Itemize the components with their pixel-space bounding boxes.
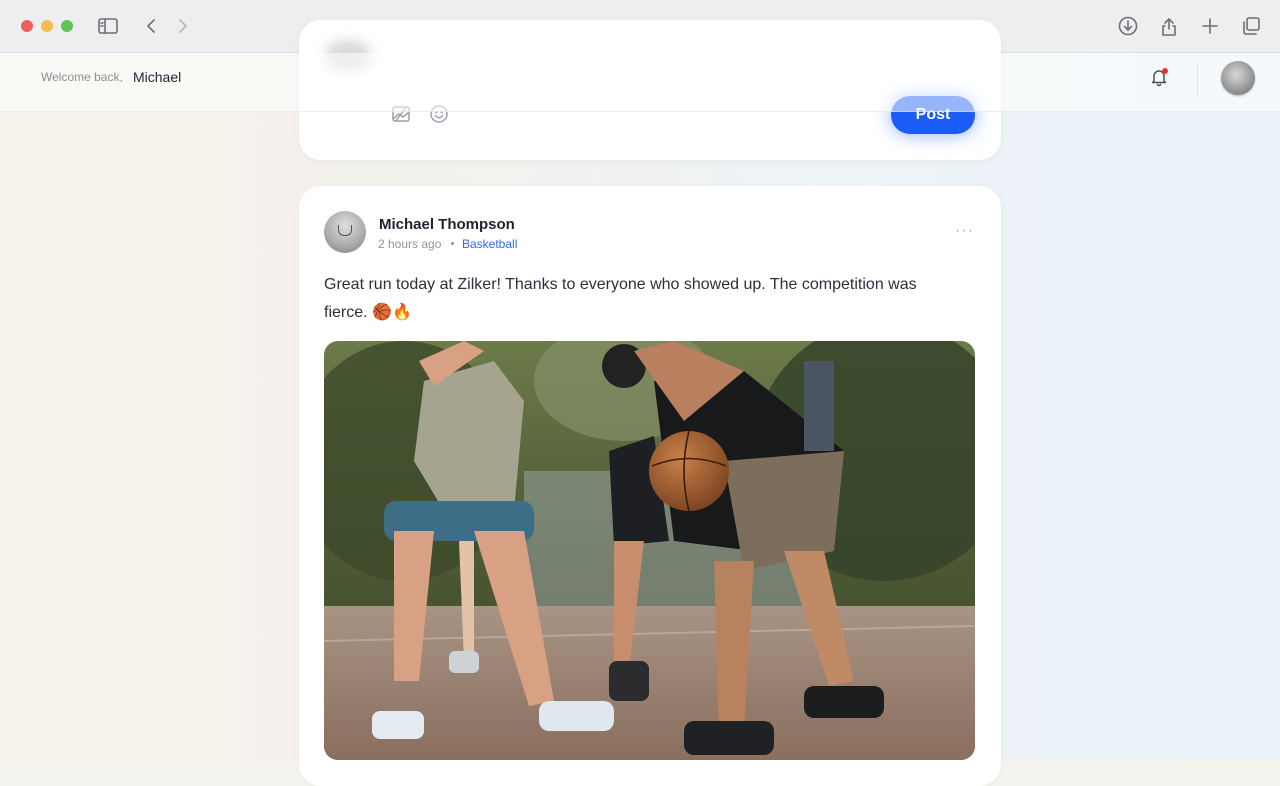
zoom-window-button[interactable] bbox=[61, 20, 73, 32]
minimize-window-button[interactable] bbox=[41, 20, 53, 32]
post-text: Great run today at Zilker! Thanks to eve… bbox=[324, 276, 917, 321]
author-avatar[interactable] bbox=[324, 211, 366, 253]
user-name: Michael bbox=[133, 69, 182, 85]
post-photo[interactable] bbox=[324, 341, 975, 760]
chevron-right-icon[interactable] bbox=[170, 13, 196, 39]
sidebar-icon[interactable] bbox=[95, 13, 121, 39]
basketball-photo bbox=[324, 341, 975, 760]
post-author[interactable]: Michael Thompson bbox=[379, 216, 515, 233]
post-tag[interactable]: Basketball bbox=[462, 237, 517, 251]
more-horizontal-icon[interactable]: ··· bbox=[955, 222, 974, 240]
app-header: Welcome back, Michael bbox=[0, 53, 1280, 112]
welcome-text: Welcome back, bbox=[41, 70, 123, 84]
post-timestamp: 2 hours ago bbox=[378, 237, 442, 251]
notification-dot bbox=[1162, 68, 1168, 74]
header-divider bbox=[1197, 64, 1198, 98]
download-icon[interactable] bbox=[1115, 13, 1141, 39]
tabs-overview-icon[interactable] bbox=[1238, 13, 1264, 39]
profile-avatar[interactable] bbox=[1221, 61, 1255, 95]
meta-separator bbox=[451, 242, 454, 245]
chevron-left-icon[interactable] bbox=[138, 13, 164, 39]
plus-icon[interactable] bbox=[1197, 13, 1223, 39]
share-icon[interactable] bbox=[1156, 13, 1182, 39]
close-window-button[interactable] bbox=[21, 20, 33, 32]
